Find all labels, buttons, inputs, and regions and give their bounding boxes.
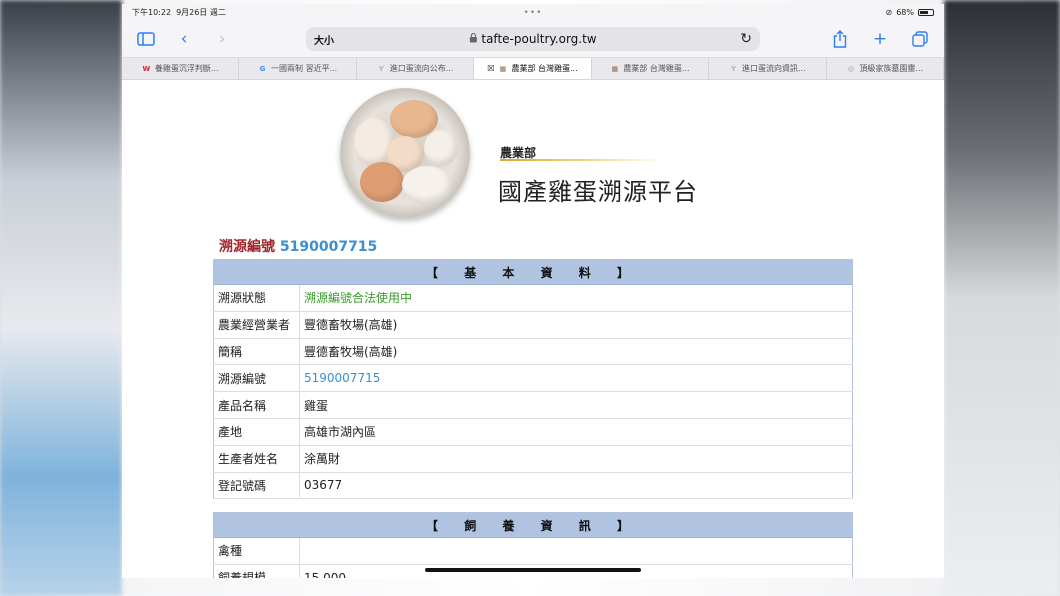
multitasking-dots[interactable]: ••• xyxy=(524,8,543,18)
row-key: 農業經營業者 xyxy=(213,311,300,339)
table-row: 簡稱 豐德畜牧場(高雄) xyxy=(213,338,853,366)
table-row: 禽種 xyxy=(213,537,853,565)
home-indicator[interactable] xyxy=(425,568,641,572)
row-key: 產地 xyxy=(213,418,300,446)
trace-number: 5190007715 xyxy=(279,239,378,255)
status-date: 9月26日 週二 xyxy=(176,8,226,17)
row-value: 溯源編號合法使用中 xyxy=(299,284,853,312)
table-row: 溯源編號 5190007715 xyxy=(213,364,853,393)
basic-info-heading: 【 基 本 資 料 】 xyxy=(213,259,853,285)
row-key: 登記號碼 xyxy=(213,472,300,500)
table-row: 農業經營業者 豐德畜牧場(高雄) xyxy=(213,311,853,339)
tab-label: 農業部 台灣雞蛋... xyxy=(511,64,578,73)
status-bar: 下午10:22 9月26日 週二 ••• ⊘ 68% xyxy=(122,4,944,21)
trace-label: 溯源編號 xyxy=(219,239,275,255)
row-key: 禽種 xyxy=(213,537,300,565)
table-row: 溯源狀態 溯源編號合法使用中 xyxy=(213,284,853,312)
url-display: tafte-poultry.org.tw xyxy=(469,32,597,46)
browser-tab[interactable]: ▦ 農業部 台灣雞蛋... xyxy=(592,58,710,79)
browser-tab[interactable]: W 養雞蛋沉浮判斷... xyxy=(122,58,240,79)
battery-percent: 68% xyxy=(896,8,914,17)
row-value: 涂萬財 xyxy=(299,445,853,473)
tab-bar: W 養雞蛋沉浮判斷... G 一國兩制 習近平... Y 進口蛋流向公布... ☒ ▦ 農業部 … xyxy=(122,57,944,80)
row-value: 高雄市湖內區 xyxy=(299,418,853,446)
table-row: 登記號碼 03677 xyxy=(213,472,853,500)
row-value: 雞蛋 xyxy=(299,391,853,419)
page-title: 國產雞蛋溯源平台 xyxy=(498,178,698,206)
row-key: 生產者姓名 xyxy=(213,445,300,473)
basic-info-table: 【 基 本 資 料 】 溯源狀態 溯源編號合法使用中 農業經營業者 豐德畜牧場(高雄)… xyxy=(213,259,853,500)
row-value: 豐德畜牧場(高雄) xyxy=(299,311,853,339)
new-tab-icon[interactable]: + xyxy=(868,27,892,51)
row-value: 03677 xyxy=(299,472,853,500)
favicon-icon: ◎ xyxy=(847,64,854,73)
sidebar-icon[interactable] xyxy=(134,27,158,51)
share-icon[interactable] xyxy=(828,27,852,51)
browser-tab[interactable]: Y 進口蛋流向公布... xyxy=(357,58,475,79)
tab-label: 頂級家族墓園靈... xyxy=(859,64,924,73)
logo-underline xyxy=(500,159,662,161)
address-bar[interactable]: 大小 tafte-poultry.org.tw ↻ xyxy=(306,27,760,51)
ipad-screen: 下午10:22 9月26日 週二 ••• ⊘ 68% ‹ › 大小 tafte-… xyxy=(122,4,944,578)
favicon-icon: ▦ xyxy=(499,64,507,73)
browser-tab[interactable]: Y 進口蛋流向資訊... xyxy=(709,58,827,79)
row-key: 飼養規模 xyxy=(213,564,300,578)
url-text: tafte-poultry.org.tw xyxy=(481,32,597,46)
battery-icon xyxy=(918,9,934,16)
row-value: 5190007715 xyxy=(299,364,853,393)
tab-label: 進口蛋流向資訊... xyxy=(742,64,806,73)
browser-tab[interactable]: G 一國兩制 習近平... xyxy=(239,58,357,79)
row-value: 豐德畜牧場(高雄) xyxy=(299,338,853,366)
favicon-icon: ▦ xyxy=(611,64,619,73)
tab-overview-icon[interactable] xyxy=(908,27,932,51)
web-page: 農業部 國產雞蛋溯源平台 溯源編號 5190007715 【 基 本 資 料 】… xyxy=(122,80,944,578)
table-row: 生產者姓名 涂萬財 xyxy=(213,445,853,473)
favicon-icon: W xyxy=(142,64,151,73)
text-size-button[interactable]: 大小 xyxy=(314,32,334,47)
back-icon[interactable]: ‹ xyxy=(172,27,196,51)
favicon-icon: Y xyxy=(730,64,737,73)
egg-bowl-image xyxy=(340,88,470,218)
forward-icon[interactable]: › xyxy=(210,27,234,51)
row-key: 簡稱 xyxy=(213,338,300,366)
feeding-info-heading: 【 飼 養 資 訊 】 xyxy=(213,512,853,538)
row-key: 產品名稱 xyxy=(213,391,300,419)
background-left xyxy=(0,0,122,596)
row-key: 溯源狀態 xyxy=(213,284,300,312)
table-row: 產品名稱 雞蛋 xyxy=(213,391,853,419)
favicon-icon: G xyxy=(259,64,266,73)
reload-icon[interactable]: ↻ xyxy=(740,31,752,47)
row-value xyxy=(299,537,853,565)
close-tab-icon[interactable]: ☒ xyxy=(487,64,494,73)
browser-tab[interactable]: ☒ ▦ 農業部 台灣雞蛋... xyxy=(474,58,592,79)
lock-icon xyxy=(469,32,477,46)
browser-tab[interactable]: ◎ 頂級家族墓園靈... xyxy=(827,58,944,79)
row-key: 溯源編號 xyxy=(213,364,300,393)
link-icon: ⊘ xyxy=(885,8,893,17)
background-right xyxy=(944,0,1060,596)
tab-label: 農業部 台灣雞蛋... xyxy=(623,64,690,73)
tab-label: 一國兩制 習近平... xyxy=(271,64,338,73)
tab-label: 進口蛋流向公布... xyxy=(389,64,454,73)
table-row: 產地 高雄市湖內區 xyxy=(213,418,853,446)
favicon-icon: Y xyxy=(378,64,384,73)
browser-toolbar: ‹ › 大小 tafte-poultry.org.tw ↻ + xyxy=(122,21,944,57)
tab-label: 養雞蛋沉浮判斷... xyxy=(154,64,219,73)
status-time: 下午10:22 xyxy=(132,8,172,17)
trace-number-heading: 溯源編號 5190007715 xyxy=(219,236,377,256)
